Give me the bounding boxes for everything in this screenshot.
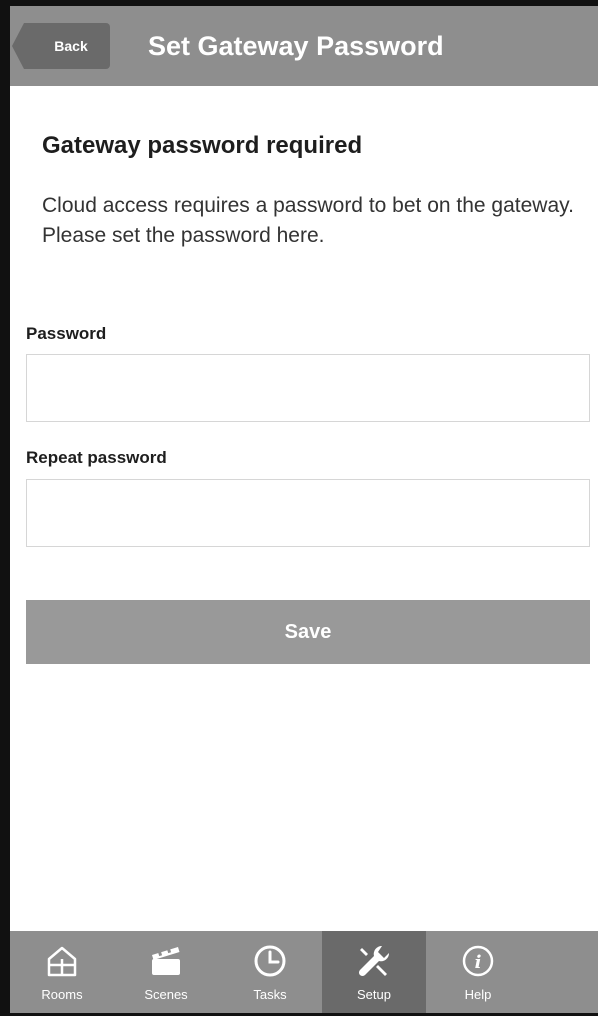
tab-tasks[interactable]: Tasks — [218, 931, 322, 1013]
app-screen: Back Set Gateway Password Gateway passwo… — [0, 0, 598, 1016]
tab-rooms[interactable]: Rooms — [10, 931, 114, 1013]
password-label: Password — [26, 324, 107, 343]
page-title: Set Gateway Password — [148, 30, 444, 61]
tools-icon — [354, 941, 394, 981]
tab-label: Scenes — [144, 987, 188, 1002]
tab-setup[interactable]: Setup — [322, 931, 426, 1013]
header-bar: Back Set Gateway Password — [10, 6, 598, 86]
house-icon — [42, 941, 82, 981]
section-title: Gateway password required — [42, 132, 363, 159]
svg-text:i: i — [475, 952, 482, 973]
clapperboard-icon — [146, 941, 186, 981]
tab-scenes[interactable]: Scenes — [114, 931, 218, 1013]
save-button[interactable]: Save — [26, 600, 590, 664]
tab-help[interactable]: i Help — [426, 931, 530, 1013]
back-button[interactable]: Back — [12, 23, 110, 69]
info-icon: i — [458, 941, 498, 981]
repeat-password-input[interactable] — [26, 479, 590, 547]
tab-label: Setup — [357, 987, 391, 1002]
password-input[interactable] — [26, 354, 590, 422]
clock-icon — [250, 941, 290, 981]
description-text: Cloud access requires a password to bet … — [42, 194, 574, 247]
bottom-tab-bar: Rooms Scenes Tasks Setup i Help — [10, 931, 598, 1013]
tab-label: Tasks — [253, 987, 287, 1002]
tab-label: Help — [464, 987, 492, 1002]
repeat-password-label: Repeat password — [26, 448, 167, 467]
tab-label: Rooms — [41, 987, 83, 1002]
